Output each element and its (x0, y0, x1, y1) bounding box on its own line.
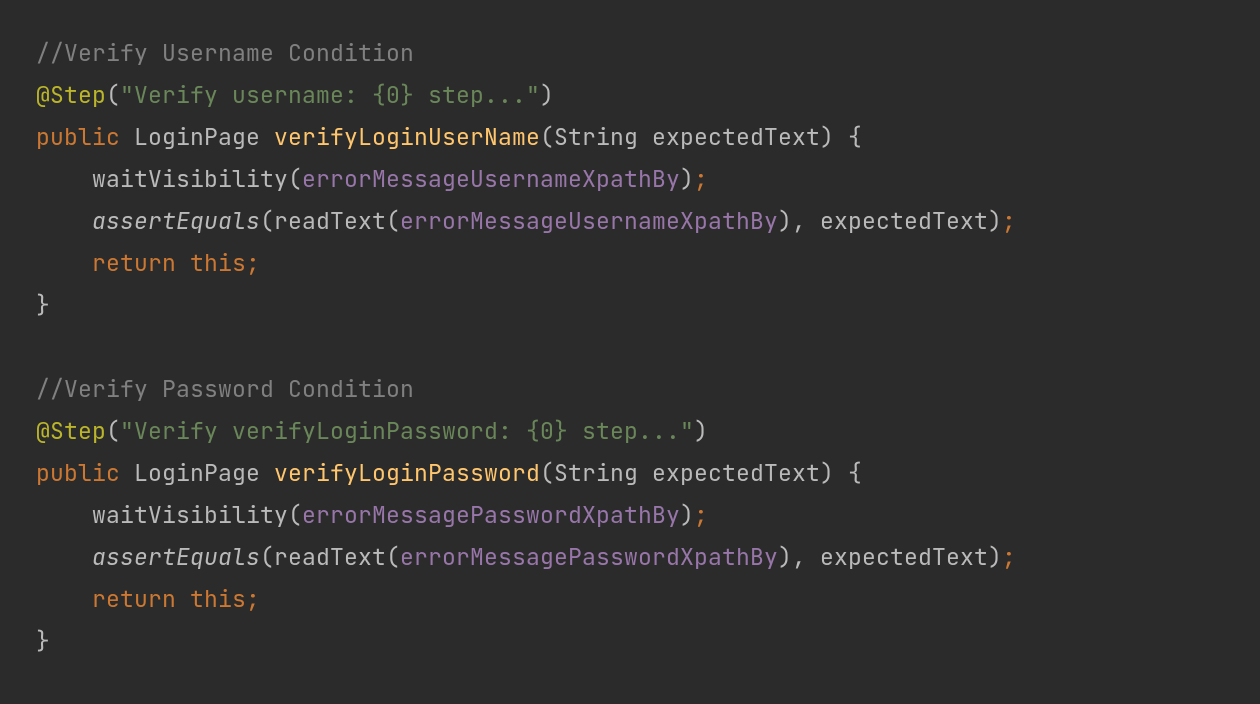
annotation: @Step (36, 80, 106, 110)
param-name: expectedText (652, 122, 820, 152)
paren: ) (820, 122, 834, 152)
type-name: LoginPage (134, 122, 260, 152)
keyword-public: public (36, 122, 120, 152)
paren: ( (386, 206, 400, 236)
field-ref: errorMessageUsernameXpathBy (302, 164, 680, 194)
comma: , (792, 206, 820, 236)
semicolon: ; (246, 584, 260, 614)
param-name: expectedText (652, 458, 820, 488)
comment-line: //Verify Password Condition (36, 374, 414, 404)
semicolon: ; (1002, 206, 1016, 236)
annotation: @Step (36, 416, 106, 446)
paren: ) (540, 80, 554, 110)
code-editor[interactable]: //Verify Username Condition @Step("Verif… (0, 0, 1260, 662)
paren: ( (540, 458, 554, 488)
keyword-public: public (36, 458, 120, 488)
method-call: assertEquals (92, 206, 260, 236)
paren: ) (820, 458, 834, 488)
method-call: readText (274, 542, 386, 572)
keyword-this: this (190, 248, 246, 278)
method-call: waitVisibility (92, 500, 288, 530)
field-ref: errorMessageUsernameXpathBy (400, 206, 778, 236)
paren: ( (260, 542, 274, 572)
arg: expectedText (820, 206, 988, 236)
paren: ( (288, 500, 302, 530)
paren: ( (106, 80, 120, 110)
string-literal: "Verify verifyLoginPassword: {0} step...… (120, 416, 694, 446)
paren: ) (778, 206, 792, 236)
keyword-return: return (92, 584, 176, 614)
semicolon: ; (1002, 542, 1016, 572)
paren: ) (694, 416, 708, 446)
string-literal: "Verify username: {0} step..." (120, 80, 540, 110)
semicolon: ; (694, 164, 708, 194)
comma: , (792, 542, 820, 572)
method-call: assertEquals (92, 542, 260, 572)
brace: } (36, 626, 50, 656)
paren: ) (680, 500, 694, 530)
paren: ( (540, 122, 554, 152)
type-name: LoginPage (134, 458, 260, 488)
paren: ) (988, 206, 1002, 236)
paren: ( (288, 164, 302, 194)
paren: ( (386, 542, 400, 572)
brace: } (36, 290, 50, 320)
field-ref: errorMessagePasswordXpathBy (400, 542, 778, 572)
paren: ) (680, 164, 694, 194)
param-type: String (554, 458, 638, 488)
paren: ) (778, 542, 792, 572)
method-name: verifyLoginUserName (274, 122, 540, 152)
semicolon: ; (694, 500, 708, 530)
paren: ( (106, 416, 120, 446)
method-call: readText (274, 206, 386, 236)
param-type: String (554, 122, 638, 152)
keyword-this: this (190, 584, 246, 614)
arg: expectedText (820, 542, 988, 572)
semicolon: ; (246, 248, 260, 278)
field-ref: errorMessagePasswordXpathBy (302, 500, 680, 530)
comment-line: //Verify Username Condition (36, 38, 414, 68)
method-name: verifyLoginPassword (274, 458, 540, 488)
method-call: waitVisibility (92, 164, 288, 194)
keyword-return: return (92, 248, 176, 278)
paren: ( (260, 206, 274, 236)
paren: ) (988, 542, 1002, 572)
brace: { (848, 122, 862, 152)
brace: { (848, 458, 862, 488)
